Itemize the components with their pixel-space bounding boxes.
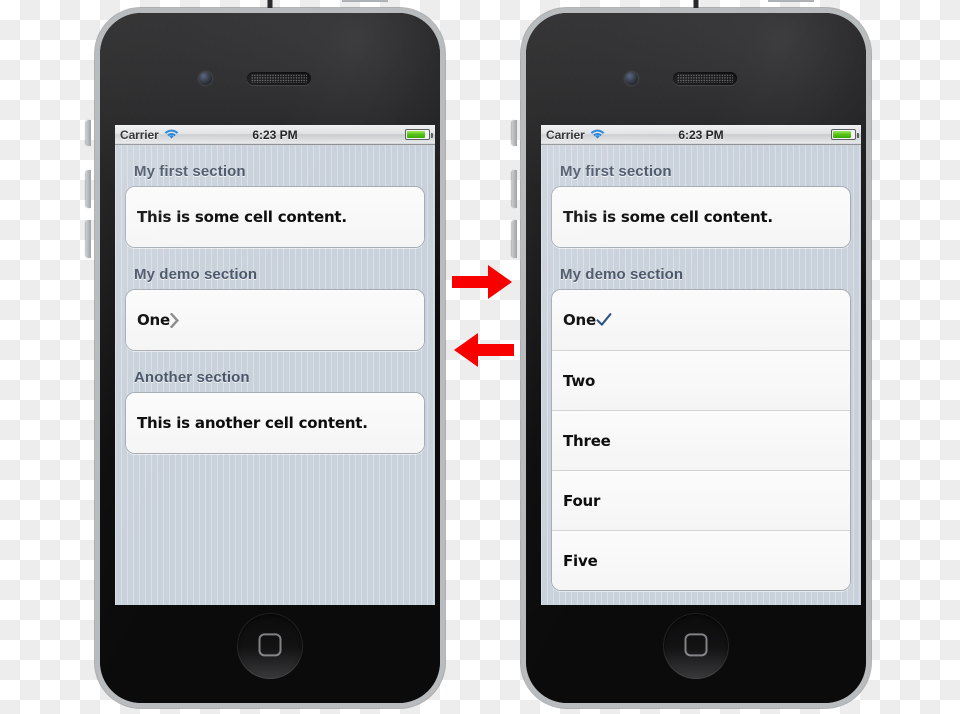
- home-square-icon: [258, 633, 282, 657]
- home-square-icon: [684, 633, 708, 657]
- status-right-group: [405, 129, 433, 140]
- home-button[interactable]: [663, 613, 729, 679]
- iphone-device-right: Carrier 6:23 PM My first section This is…: [512, 0, 876, 714]
- cell-label: One: [137, 311, 171, 329]
- clock-label: 6:23 PM: [678, 127, 724, 142]
- table-row-one[interactable]: One: [126, 290, 424, 350]
- screen-right: Carrier 6:23 PM My first section This is…: [541, 125, 861, 605]
- volume-up-button[interactable]: [512, 170, 517, 208]
- cell-label: Two: [563, 371, 596, 390]
- cell-group-options: One Two Three Four Five: [551, 289, 851, 591]
- cell-label: This is another cell content.: [137, 414, 368, 432]
- section-header: Another section: [134, 369, 250, 386]
- option-row-one[interactable]: One: [552, 290, 850, 350]
- arrow-left-icon: [452, 330, 514, 375]
- battery-icon: [831, 129, 859, 140]
- cell-label: Three: [563, 431, 611, 450]
- phone-body-left: Carrier 6:23 PM My first section This is…: [95, 8, 445, 708]
- mute-switch[interactable]: [86, 120, 91, 146]
- home-button[interactable]: [237, 613, 303, 679]
- earpiece-speaker-icon: [247, 72, 311, 85]
- table-row[interactable]: This is some cell content.: [552, 187, 850, 247]
- option-row-five[interactable]: Five: [552, 530, 850, 590]
- battery-fill: [833, 131, 852, 138]
- front-camera-icon: [198, 71, 213, 86]
- grouped-table-view-left[interactable]: My first section This is some cell conte…: [115, 145, 435, 605]
- front-camera-icon: [624, 71, 639, 86]
- volume-down-button[interactable]: [512, 220, 517, 258]
- grouped-table-view-right[interactable]: My first section This is some cell conte…: [541, 145, 861, 605]
- status-right-group: [831, 129, 859, 140]
- disclosure-chevron-icon: [170, 312, 180, 328]
- cell-label: Five: [563, 551, 598, 570]
- mute-switch[interactable]: [512, 120, 517, 146]
- cell-label: Four: [563, 491, 601, 510]
- section-header: My demo section: [560, 266, 684, 283]
- cell-group: This is some cell content.: [125, 186, 425, 248]
- phone-body-right: Carrier 6:23 PM My first section This is…: [521, 8, 871, 708]
- option-row-three[interactable]: Three: [552, 410, 850, 470]
- table-row[interactable]: This is some cell content.: [126, 187, 424, 247]
- checkmark-icon: [596, 312, 612, 328]
- screen-left: Carrier 6:23 PM My first section This is…: [115, 125, 435, 605]
- power-button[interactable]: [342, 0, 388, 2]
- volume-up-button[interactable]: [86, 170, 91, 208]
- earpiece-speaker-icon: [673, 72, 737, 85]
- table-row[interactable]: This is another cell content.: [126, 393, 424, 453]
- volume-down-button[interactable]: [86, 220, 91, 258]
- iphone-device-left: Carrier 6:23 PM My first section This is…: [86, 0, 450, 714]
- top-slot: [693, 0, 699, 8]
- cell-label: This is some cell content.: [137, 208, 347, 226]
- section-header: My first section: [560, 163, 672, 180]
- transition-arrows: [452, 262, 514, 372]
- top-slot: [267, 0, 273, 8]
- section-header: My first section: [134, 163, 246, 180]
- power-button[interactable]: [768, 0, 814, 2]
- cell-label: One: [563, 311, 597, 329]
- status-bar-left: Carrier 6:23 PM: [115, 125, 435, 145]
- option-row-four[interactable]: Four: [552, 470, 850, 530]
- status-bar-right: Carrier 6:23 PM: [541, 125, 861, 145]
- scene: Carrier 6:23 PM My first section This is…: [0, 0, 960, 714]
- battery-fill: [407, 131, 426, 138]
- cell-group: One: [125, 289, 425, 351]
- option-row-two[interactable]: Two: [552, 350, 850, 410]
- arrow-right-icon: [452, 262, 514, 307]
- cell-group: This is some cell content.: [551, 186, 851, 248]
- clock-label: 6:23 PM: [252, 127, 298, 142]
- section-header: My demo section: [134, 266, 258, 283]
- cell-group: This is another cell content.: [125, 392, 425, 454]
- cell-label: This is some cell content.: [563, 208, 773, 226]
- battery-icon: [405, 129, 433, 140]
